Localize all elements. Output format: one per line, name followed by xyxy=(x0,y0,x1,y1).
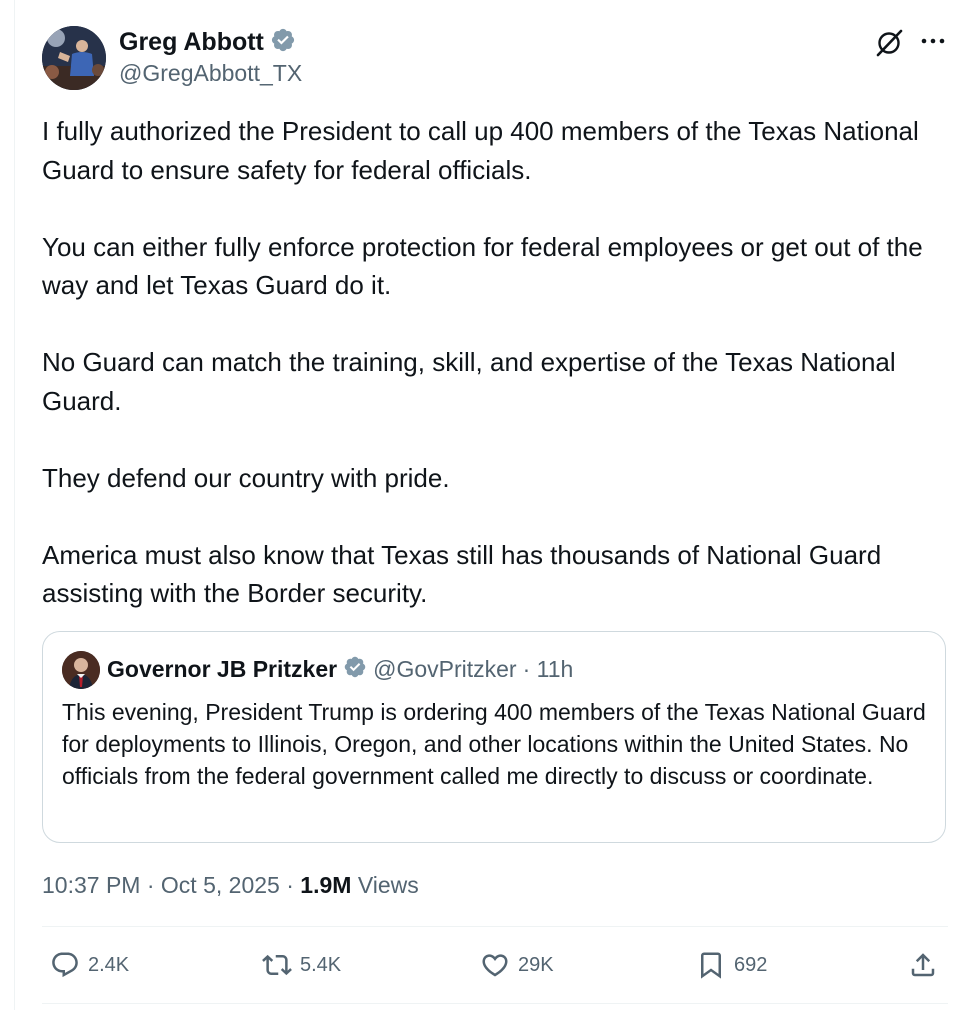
repost-icon xyxy=(262,954,292,976)
post-paragraph: I fully authorized the President to call… xyxy=(42,116,919,185)
quote-author-handle[interactable]: @GovPritzker xyxy=(373,656,516,683)
quote-author-avatar[interactable] xyxy=(62,651,100,689)
post-paragraph: America must also know that Texas still … xyxy=(42,539,882,609)
meta-separator: · xyxy=(286,872,294,898)
bookmark-icon xyxy=(701,952,721,979)
repost-count: 5.4K xyxy=(300,953,342,976)
share-icon xyxy=(911,953,935,977)
like-icon xyxy=(482,954,508,977)
post-time[interactable]: 10:37 PM xyxy=(42,872,140,898)
reply-icon xyxy=(52,952,78,978)
like-count: 29K xyxy=(518,953,554,976)
views-count: 1.9M xyxy=(300,872,352,898)
quoted-post[interactable]: Governor JB Pritzker @GovPritzker · 11h … xyxy=(42,631,946,843)
more-icon[interactable] xyxy=(918,28,948,54)
reply-button[interactable]: 2.4K xyxy=(50,950,129,980)
action-bar: 2.4K 5.4K 29K 692 xyxy=(0,940,968,994)
author-name[interactable]: Greg Abbott xyxy=(119,28,264,57)
author-avatar[interactable] xyxy=(42,26,106,90)
repost-button[interactable]: 5.4K xyxy=(262,950,341,980)
author-handle[interactable]: @GregAbbott_TX xyxy=(119,60,302,87)
post-meta: 10:37 PM · Oct 5, 2025 · 1.9M Views xyxy=(42,872,419,899)
meta-separator: · xyxy=(146,872,155,898)
post-paragraph: No Guard can match the training, skill, … xyxy=(42,347,896,416)
like-button[interactable]: 29K xyxy=(480,950,554,980)
divider xyxy=(42,926,948,927)
quote-text: This evening, President Trump is orderin… xyxy=(62,699,926,789)
reply-count: 2.4K xyxy=(88,953,130,976)
column-border xyxy=(14,0,15,1010)
author-name-row[interactable]: Greg Abbott xyxy=(119,27,296,58)
quote-header: Governor JB Pritzker @GovPritzker · 11h xyxy=(107,655,573,684)
grok-icon[interactable] xyxy=(874,28,904,58)
bookmark-button[interactable]: 692 xyxy=(696,950,767,980)
post-paragraph: They defend our country with pride. xyxy=(42,462,450,493)
post-date[interactable]: Oct 5, 2025 xyxy=(161,872,280,898)
divider xyxy=(42,1003,948,1004)
views-label: Views xyxy=(357,872,419,898)
share-button[interactable] xyxy=(908,950,938,980)
post-detail: Greg Abbott @GregAbbott_TX I fully autho… xyxy=(0,0,968,1010)
quote-timestamp: · 11h xyxy=(522,656,574,682)
bookmark-count: 692 xyxy=(734,953,768,976)
post-text: I fully authorized the President to call… xyxy=(42,112,932,613)
post-paragraph: You can either fully enforce protection … xyxy=(42,231,923,301)
verified-badge-icon xyxy=(270,27,296,58)
verified-badge-icon xyxy=(343,655,367,684)
quote-author-name[interactable]: Governor JB Pritzker xyxy=(107,656,337,683)
